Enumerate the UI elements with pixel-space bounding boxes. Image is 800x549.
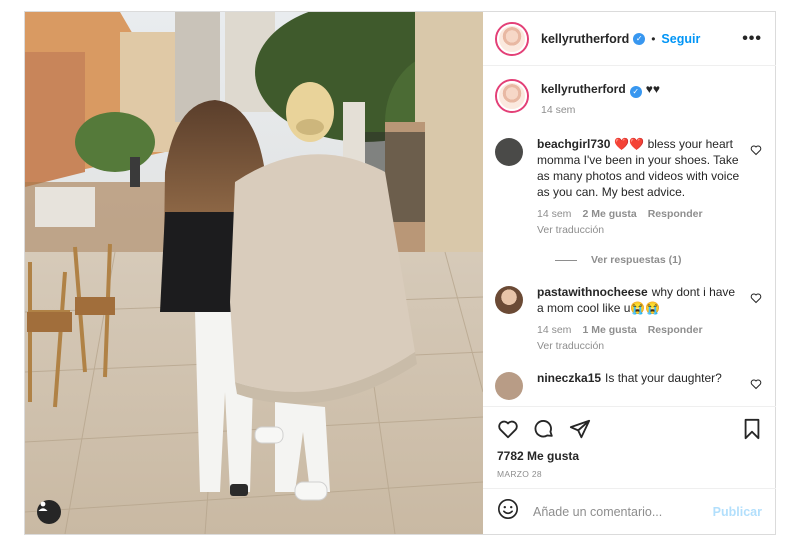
avatar[interactable] bbox=[495, 21, 529, 56]
view-replies-label: Ver respuestas (1) bbox=[591, 254, 682, 266]
bookmark-icon[interactable] bbox=[742, 418, 762, 440]
follow-button[interactable]: Seguir bbox=[661, 32, 700, 46]
emoji-icon[interactable] bbox=[497, 498, 519, 525]
comment-username[interactable]: nineczka15 bbox=[537, 371, 601, 385]
comment-text: Is that your daughter? bbox=[605, 371, 722, 385]
reply-button[interactable]: Responder bbox=[648, 324, 703, 336]
caption-username[interactable]: kellyrutherford bbox=[541, 82, 626, 96]
post-actions: 7782 Me gusta MARZO 28 bbox=[483, 406, 776, 488]
comment-likes[interactable]: 2 Me gusta bbox=[582, 208, 636, 220]
avatar[interactable] bbox=[495, 79, 529, 113]
comment-time[interactable]: 14 sem bbox=[537, 324, 571, 336]
instagram-post: kellyrutherford ✓ • Seguir ••• kellyruth… bbox=[24, 11, 776, 535]
comment-username[interactable]: pastawithnocheese bbox=[537, 285, 648, 299]
comment-input[interactable] bbox=[533, 504, 703, 519]
street-scene-image bbox=[25, 12, 483, 534]
caption: kellyrutherford ✓ ♥♥ 14 sem bbox=[495, 79, 764, 116]
avatar[interactable] bbox=[495, 138, 523, 166]
replies-divider bbox=[555, 259, 577, 261]
add-comment-bar: Publicar bbox=[483, 488, 776, 534]
comment-item: beachgirl730 ❤️❤️ bless your heart momma … bbox=[495, 136, 764, 236]
verified-icon: ✓ bbox=[633, 32, 646, 45]
post-header: kellyrutherford ✓ • Seguir ••• bbox=[483, 12, 776, 66]
more-icon[interactable]: ••• bbox=[742, 30, 762, 48]
verified-icon: ✓ bbox=[629, 86, 642, 98]
comment-likes[interactable]: 1 Me gusta bbox=[582, 324, 636, 336]
publish-button[interactable]: Publicar bbox=[713, 505, 762, 519]
avatar[interactable] bbox=[495, 372, 523, 400]
avatar[interactable] bbox=[495, 286, 523, 314]
translate-link[interactable]: Ver traducción bbox=[537, 224, 745, 236]
likes-count[interactable]: 7782 Me gusta bbox=[497, 449, 764, 463]
action-icons bbox=[497, 417, 764, 441]
comment-icon[interactable] bbox=[533, 418, 555, 440]
heart-icon[interactable] bbox=[750, 292, 762, 304]
post-date[interactable]: MARZO 28 bbox=[497, 469, 764, 479]
share-icon[interactable] bbox=[569, 418, 591, 440]
heart-icon[interactable] bbox=[497, 418, 519, 440]
heart-icon[interactable] bbox=[750, 378, 762, 390]
separator-dot: • bbox=[651, 31, 656, 46]
author-username[interactable]: kellyrutherford bbox=[541, 32, 629, 46]
caption-time[interactable]: 14 sem bbox=[541, 104, 575, 116]
translate-link[interactable]: Ver traducción bbox=[537, 340, 745, 352]
reply-button[interactable]: Responder bbox=[648, 208, 703, 220]
comment-item: nineczka15 Is that your daughter? bbox=[495, 370, 764, 400]
tag-user-icon[interactable] bbox=[37, 500, 61, 524]
view-replies-button[interactable]: Ver respuestas (1) bbox=[555, 254, 764, 266]
post-photo[interactable] bbox=[25, 12, 483, 534]
comment-item: pastawithnocheese why dont i have a mom c… bbox=[495, 284, 764, 352]
caption-text: ♥♥ bbox=[645, 82, 660, 96]
comments-list[interactable]: kellyrutherford ✓ ♥♥ 14 sem beachgirl730 ❤️… bbox=[483, 67, 776, 405]
comment-time[interactable]: 14 sem bbox=[537, 208, 571, 220]
heart-icon[interactable] bbox=[750, 144, 762, 156]
post-side-panel: kellyrutherford ✓ • Seguir ••• kellyruth… bbox=[483, 12, 776, 534]
comment-username[interactable]: beachgirl730 bbox=[537, 137, 610, 151]
